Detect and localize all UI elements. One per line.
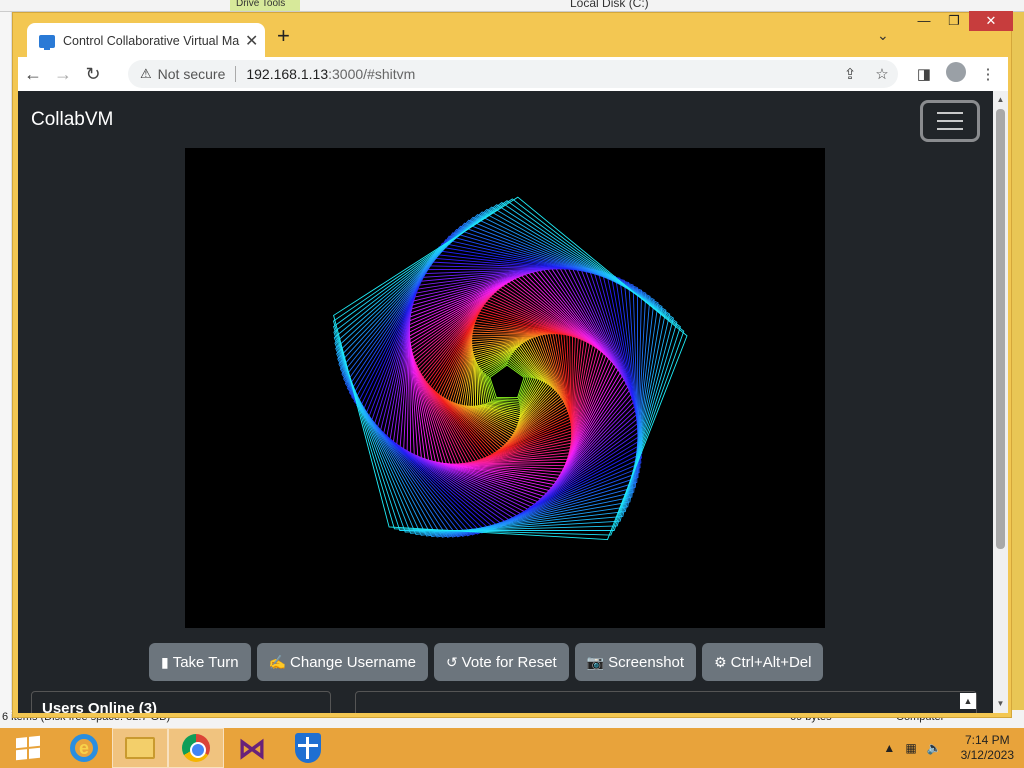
side-panel-icon[interactable]: ◨: [908, 65, 940, 83]
close-window-button[interactable]: ✕: [969, 11, 1013, 31]
omnibox-actions: ⇪ ☆: [834, 60, 898, 88]
gear-icon: ⚙: [714, 653, 727, 670]
vm-controls: ▮ Take Turn ✍ Change Username ↺ Vote for Re…: [149, 643, 824, 681]
network-icon[interactable]: ▦: [905, 741, 916, 755]
tab-close-icon[interactable]: ✕: [245, 31, 258, 51]
maximize-button[interactable]: ❐: [939, 11, 969, 31]
kebab-menu-icon[interactable]: ⋮: [972, 65, 1004, 83]
signature-icon: ✍: [268, 653, 287, 670]
new-tab-button[interactable]: +: [277, 25, 290, 47]
start-button[interactable]: [0, 728, 56, 768]
url-host: 192.168.1.13: [246, 66, 329, 82]
visual-studio-icon: ⋈: [238, 732, 266, 764]
browser-toolbar: ← → ↻ ⚠ Not secure 192.168.1.13:3000/#sh…: [18, 57, 1008, 91]
ctrl-alt-del-button[interactable]: ⚙ Ctrl+Alt+Del: [702, 643, 824, 681]
minimize-button[interactable]: —: [909, 11, 939, 31]
change-username-button[interactable]: ✍ Change Username: [256, 643, 428, 681]
ctrl-alt-del-label: Ctrl+Alt+Del: [730, 653, 812, 671]
camera-icon: 📷: [586, 653, 605, 670]
defender-shield-icon: [295, 733, 321, 763]
security-label[interactable]: Not secure: [158, 66, 226, 82]
navbar-brand[interactable]: CollabVM: [31, 109, 113, 131]
toolbar-right: ◨ ⋮: [908, 60, 1004, 88]
tab-search-chevron-icon[interactable]: ⌄: [877, 27, 889, 44]
reload-button[interactable]: ↻: [78, 59, 108, 89]
profile-icon: [946, 62, 966, 82]
vote-reset-button[interactable]: ↺ Vote for Reset: [433, 643, 569, 681]
users-online-heading: Users Online (3): [42, 700, 158, 713]
collabvm-page: CollabVM ▮ Take Turn ✍ Change Username ↺ Vo…: [18, 91, 993, 713]
screenshot-button[interactable]: 📷 Screenshot: [574, 643, 697, 681]
hamburger-icon[interactable]: [920, 100, 980, 142]
profile-button[interactable]: [940, 62, 972, 86]
chat-panel[interactable]: [355, 691, 977, 713]
scrollbar-thumb[interactable]: [996, 109, 1005, 549]
taskbar-visual-studio[interactable]: ⋈: [224, 728, 280, 768]
clock[interactable]: 7:14 PM 3/12/2023: [961, 733, 1014, 763]
screenshot-label: Screenshot: [608, 653, 685, 671]
scroll-up-arrow-icon[interactable]: ▲: [993, 93, 1008, 107]
address-bar[interactable]: ⚠ Not secure 192.168.1.13:3000/#shitvm ⇪…: [128, 60, 898, 88]
forward-button[interactable]: →: [48, 59, 78, 89]
chat-scroll-up-arrow-icon[interactable]: ▲: [960, 693, 976, 709]
taskbar: e ⋈ ▲ ▦ 🔈 7:14 PM 3/12/2023: [0, 728, 1024, 768]
vm-screen-spiral: [332, 196, 688, 541]
tab-collabvm[interactable]: Control Collaborative Virtual Ma ✕: [27, 23, 265, 59]
scroll-down-arrow-icon[interactable]: ▼: [993, 697, 1008, 711]
vm-display[interactable]: [185, 148, 825, 628]
url-text[interactable]: 192.168.1.13:3000/#shitvm: [246, 66, 415, 82]
page-scrollbar[interactable]: ▲ ▼: [993, 91, 1008, 713]
internet-explorer-icon: e: [70, 734, 98, 762]
url-path: :3000/#shitvm: [328, 66, 416, 82]
users-online-panel: Users Online (3): [31, 691, 331, 713]
take-turn-button[interactable]: ▮ Take Turn: [149, 643, 251, 681]
window-controls: — ❐ ✕: [909, 11, 1013, 31]
clock-time: 7:14 PM: [964, 733, 1010, 747]
chrome-icon: [182, 734, 210, 762]
taskbar-ie[interactable]: e: [56, 728, 112, 768]
omnibox-divider: [235, 66, 237, 82]
tab-title: Control Collaborative Virtual Ma: [63, 34, 240, 48]
mouse-icon: ▮: [161, 653, 169, 670]
taskbar-chrome[interactable]: [168, 728, 224, 768]
file-explorer-icon: [125, 737, 155, 759]
share-icon[interactable]: ⇪: [834, 65, 866, 83]
taskbar-defender[interactable]: [280, 728, 336, 768]
clock-date: 3/12/2023: [960, 748, 1014, 762]
browser-window: Control Collaborative Virtual Ma ✕ + ⌄ —…: [12, 11, 1013, 718]
take-turn-label: Take Turn: [172, 653, 239, 671]
change-username-label: Change Username: [290, 653, 416, 671]
star-icon[interactable]: ☆: [866, 65, 898, 83]
tray-overflow-arrow-icon[interactable]: ▲: [883, 741, 895, 755]
tab-strip: Control Collaborative Virtual Ma ✕ + ⌄ —…: [13, 11, 1013, 59]
vote-reset-label: Vote for Reset: [461, 653, 557, 671]
warning-icon[interactable]: ⚠: [140, 66, 152, 82]
system-tray: ▲ ▦ 🔈 7:14 PM 3/12/2023: [878, 728, 1014, 768]
windows-start-icon: [16, 735, 40, 761]
taskbar-file-explorer[interactable]: [112, 728, 168, 768]
drive-tools-tab[interactable]: Drive Tools: [230, 0, 300, 11]
sound-icon[interactable]: 🔈: [927, 741, 942, 755]
monitor-favicon-icon: [39, 34, 55, 50]
explorer-sidebar: [0, 12, 12, 712]
undo-icon: ↺: [445, 653, 458, 670]
explorer-titlebar: Drive Tools Local Disk (C:): [0, 0, 1024, 12]
back-button[interactable]: ←: [18, 59, 48, 89]
explorer-title: Local Disk (C:): [570, 0, 649, 10]
